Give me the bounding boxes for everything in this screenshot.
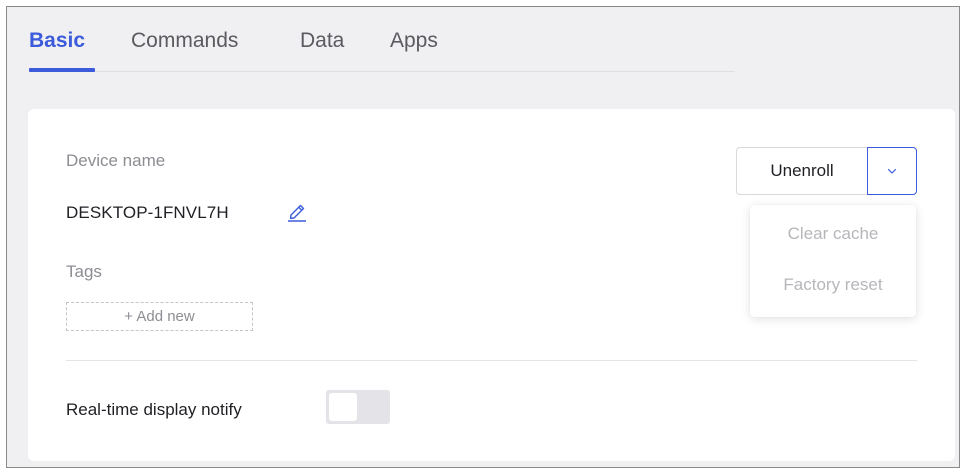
device-name-label: Device name bbox=[66, 151, 166, 170]
tab-apps[interactable]: Apps bbox=[390, 29, 438, 53]
actions-dropdown-button[interactable] bbox=[867, 147, 917, 195]
tags-label: Tags bbox=[66, 262, 102, 281]
menu-item-clear-cache[interactable]: Clear cache bbox=[750, 224, 916, 244]
add-tag-button[interactable]: + Add new bbox=[66, 302, 253, 331]
actions-dropdown-menu: Clear cache Factory reset bbox=[750, 205, 916, 317]
section-divider bbox=[66, 360, 917, 361]
realtime-notify-label: Real-time display notify bbox=[66, 400, 242, 419]
tab-basic[interactable]: Basic bbox=[29, 29, 85, 53]
chevron-down-icon bbox=[887, 168, 897, 174]
tab-data[interactable]: Data bbox=[300, 29, 344, 53]
device-detail-panel: Basic Commands Data Apps Device name DES… bbox=[6, 6, 960, 468]
active-tab-indicator bbox=[29, 68, 95, 72]
realtime-notify-toggle[interactable] bbox=[326, 390, 390, 424]
toggle-knob bbox=[329, 393, 357, 421]
pencil-icon[interactable] bbox=[287, 200, 307, 222]
tab-bar: Basic Commands Data Apps bbox=[29, 7, 735, 72]
unenroll-button[interactable]: Unenroll bbox=[736, 147, 868, 195]
tab-commands[interactable]: Commands bbox=[131, 29, 238, 53]
basic-info-card: Device name DESKTOP-1FNVL7H Tags + Add n… bbox=[28, 109, 955, 461]
device-name-value: DESKTOP-1FNVL7H bbox=[66, 203, 229, 222]
menu-item-factory-reset[interactable]: Factory reset bbox=[750, 275, 916, 295]
